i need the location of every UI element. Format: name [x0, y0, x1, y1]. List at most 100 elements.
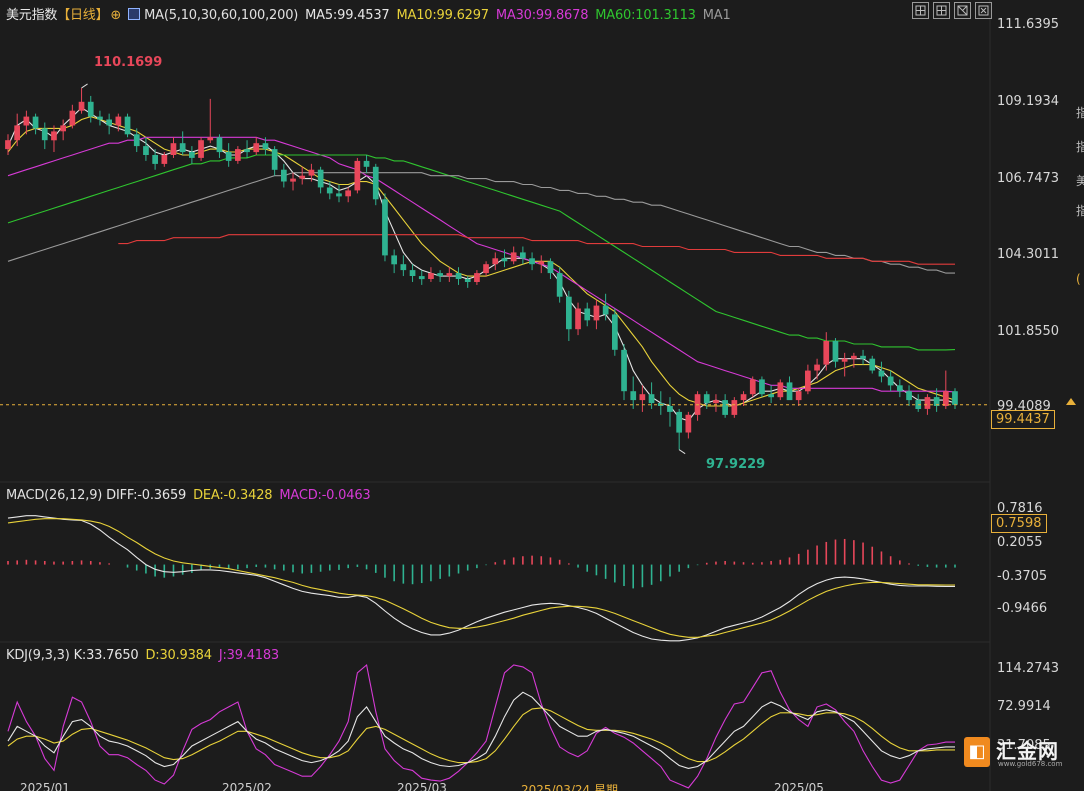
candle-up — [823, 341, 830, 365]
zoom-out-icon[interactable] — [933, 2, 950, 19]
candle-down — [703, 394, 710, 404]
price-axis-tick: 101.8550 — [997, 324, 1060, 339]
side-panel-text: 指 — [1076, 140, 1084, 154]
logo-url: www.gold678.com — [998, 760, 1063, 768]
price-axis-tick: 111.6395 — [997, 17, 1060, 32]
macd-title[interactable]: MACD(26,12,9) — [6, 488, 102, 503]
candle-down — [391, 255, 397, 265]
candle-up — [575, 308, 581, 330]
candle-up — [593, 305, 600, 321]
x-axis-tick: 2025/05 — [774, 781, 824, 791]
kdj-j-line — [7, 663, 955, 789]
candle-up — [510, 252, 517, 262]
candle-up — [253, 143, 260, 153]
candle-down — [556, 273, 563, 297]
close-icon[interactable] — [975, 2, 992, 19]
candle-up — [51, 131, 57, 141]
candle-up — [446, 273, 453, 277]
candle-down — [887, 376, 894, 386]
crosshair-date-label: 2025/03/24 星期 — [521, 783, 618, 791]
ma-params[interactable]: MA(5,10,30,60,100,200) — [144, 8, 298, 23]
candle-down — [832, 341, 839, 362]
ma-line-ma5 — [7, 107, 956, 422]
candle-down — [87, 101, 94, 117]
candle-down — [520, 252, 526, 259]
logo-mark-icon: ◧ — [964, 737, 990, 767]
candle-up — [5, 140, 11, 150]
chart-toggle-icon[interactable] — [954, 2, 971, 19]
candle-down — [906, 391, 912, 401]
candle-up — [161, 155, 168, 164]
macd-current-box: 0.7598 — [991, 514, 1047, 533]
kdj-title[interactable]: KDJ(9,3,3) — [6, 648, 70, 663]
price-axis-tick: 109.1934 — [997, 94, 1060, 109]
candle-up — [777, 382, 784, 398]
ma1-label: MA1 — [702, 8, 731, 23]
gold678-logo: ◧ 汇金网 www.gold678.com — [960, 733, 1084, 775]
kdj-header: KDJ(9,3,3) K:33.7650 D:30.9384 J:39.4183 — [6, 648, 286, 663]
kdj-d-value: D:30.9384 — [145, 648, 212, 663]
candle-up — [731, 400, 738, 415]
candle-down — [437, 273, 443, 277]
chart-canvas[interactable] — [0, 0, 1084, 791]
grid-lines — [0, 0, 991, 791]
ma-indicator-icon[interactable] — [128, 8, 141, 20]
candle-down — [41, 128, 48, 141]
candle-down — [152, 155, 158, 164]
candle-down — [262, 143, 269, 150]
candle-down — [124, 116, 131, 135]
kdj-axis-tick: 114.2743 — [997, 661, 1060, 676]
candle-down — [400, 264, 407, 271]
candle-up — [69, 110, 76, 126]
candle-up — [170, 143, 177, 155]
candle-down — [786, 382, 793, 401]
candle-up — [345, 190, 351, 197]
macd-diff-value: DIFF:-0.3659 — [106, 488, 187, 503]
candle-up — [814, 364, 820, 371]
side-panel-text: 指 — [1076, 204, 1084, 218]
candle-up — [851, 355, 857, 359]
candle-down — [179, 143, 186, 153]
candle-down — [584, 308, 591, 321]
candle-down — [878, 370, 885, 377]
candle-down — [281, 169, 287, 182]
macd-axis-tick: -0.9466 — [997, 601, 1048, 616]
candle-up — [198, 140, 204, 158]
period-high-label: 110.1699 — [94, 55, 163, 70]
candle-up — [538, 261, 545, 265]
candle-up — [713, 400, 719, 404]
candle-up — [23, 116, 30, 126]
candle-down — [529, 258, 535, 265]
zoom-in-icon[interactable] — [912, 2, 929, 19]
candle-down — [133, 134, 140, 147]
candle-down — [869, 358, 876, 371]
candle-down — [455, 273, 462, 279]
candle-up — [841, 358, 848, 362]
candle-down — [225, 152, 232, 161]
x-axis-tick: 2025/03 — [397, 781, 447, 791]
candle-down — [244, 149, 250, 153]
candle-up — [795, 391, 802, 401]
candle-down — [860, 355, 866, 359]
candle-down — [630, 391, 637, 401]
candle-up — [740, 394, 747, 401]
ma-line-ma100 — [7, 172, 955, 274]
candle-down — [759, 379, 765, 395]
candle-down — [372, 166, 379, 200]
ma-line-ma200 — [118, 234, 955, 265]
macd-panel — [7, 515, 956, 642]
period-selector[interactable]: 【日线】 — [57, 8, 108, 23]
candle-up — [308, 169, 315, 176]
settings-icon[interactable]: ⊕ — [110, 8, 121, 23]
symbol-name: 美元指数 — [6, 8, 58, 23]
ma30-value: MA30:99.8678 — [495, 8, 589, 23]
candle-up — [749, 379, 756, 395]
candle-up — [943, 391, 949, 406]
kdj-k-line — [7, 691, 955, 769]
candle-down — [363, 160, 370, 167]
low-marker — [678, 449, 686, 455]
header-bar: 美元指数【日线】 ⊕ MA(5,10,30,60,100,200) MA5:99.45… — [6, 4, 738, 23]
candle-down — [612, 314, 618, 350]
candle-up — [428, 273, 434, 279]
candle-up — [60, 125, 66, 132]
